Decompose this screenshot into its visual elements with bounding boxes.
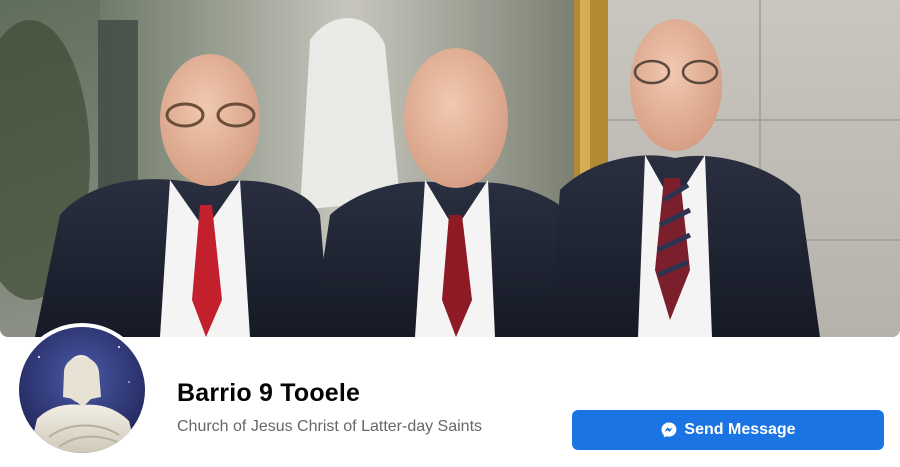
send-message-label: Send Message [684, 421, 796, 438]
avatar-christus-image [19, 327, 145, 453]
profile-avatar[interactable] [15, 323, 149, 457]
page-header: Barrio 9 Tooele Church of Jesus Christ o… [0, 0, 900, 467]
messenger-icon [660, 421, 678, 439]
page-category[interactable]: Church of Jesus Christ of Latter-day Sai… [177, 418, 482, 436]
page-name: Barrio 9 Tooele [177, 379, 361, 407]
cover-photo[interactable] [0, 0, 900, 337]
send-message-button[interactable]: Send Message [572, 410, 884, 450]
